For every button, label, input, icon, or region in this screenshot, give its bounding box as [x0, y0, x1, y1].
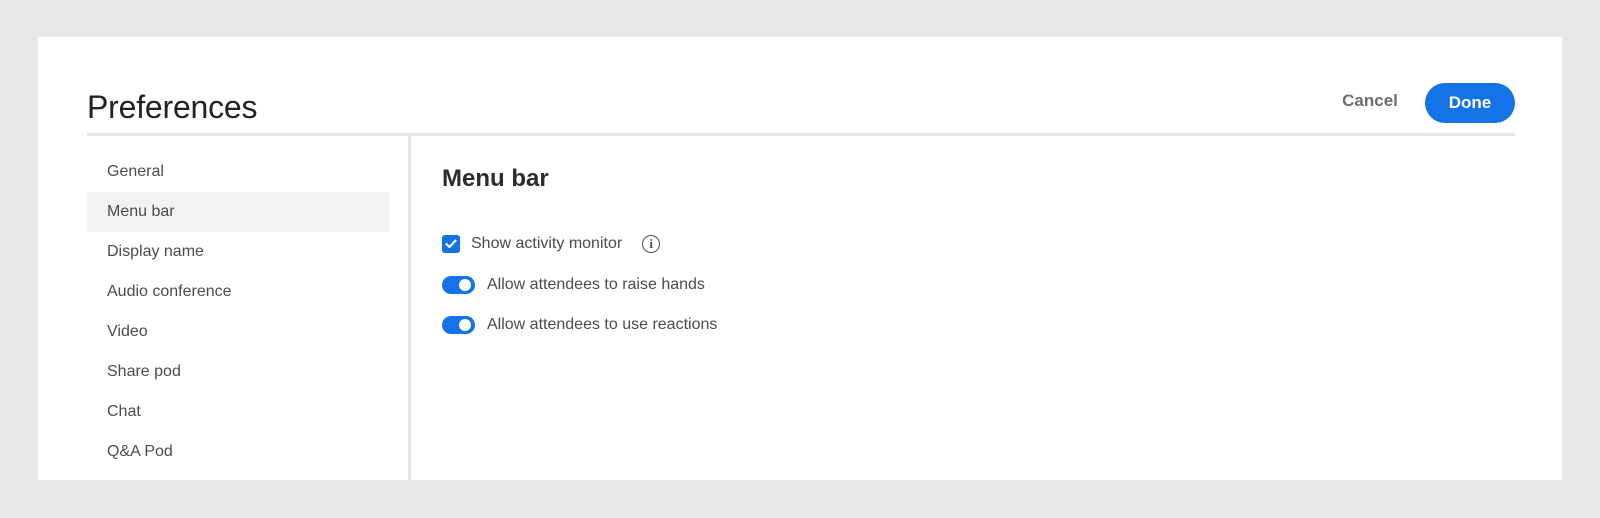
- sidebar-item-video[interactable]: Video: [87, 312, 389, 352]
- toggle-knob: [459, 279, 471, 291]
- sidebar-item-chat[interactable]: Chat: [87, 392, 389, 432]
- use-reactions-label: Allow attendees to use reactions: [487, 316, 718, 333]
- cancel-button[interactable]: Cancel: [1318, 83, 1422, 119]
- preferences-dialog: Preferences Cancel Done General Menu bar…: [38, 37, 1562, 480]
- done-button[interactable]: Done: [1425, 83, 1515, 123]
- raise-hands-toggle[interactable]: [442, 276, 475, 294]
- sidebar-item-audio-conference[interactable]: Audio conference: [87, 272, 389, 312]
- sidebar-item-display-name[interactable]: Display name: [87, 232, 389, 272]
- sidebar-nav: General Menu bar Display name Audio conf…: [87, 152, 389, 472]
- page-title: Preferences: [87, 89, 258, 125]
- show-activity-monitor-checkbox[interactable]: [442, 235, 460, 253]
- option-use-reactions: Allow attendees to use reactions: [442, 316, 717, 334]
- checkmark-icon: [445, 239, 457, 249]
- option-raise-hands: Allow attendees to raise hands: [442, 276, 705, 294]
- raise-hands-label: Allow attendees to raise hands: [487, 276, 705, 293]
- use-reactions-toggle[interactable]: [442, 316, 475, 334]
- toggle-knob: [459, 319, 471, 331]
- info-icon[interactable]: i: [642, 235, 661, 253]
- header-divider: [87, 133, 1515, 136]
- sidebar-item-general[interactable]: General: [87, 152, 389, 192]
- section-title: Menu bar: [442, 165, 549, 192]
- sidebar-item-menu-bar[interactable]: Menu bar: [87, 192, 389, 232]
- sidebar-item-qa-pod[interactable]: Q&A Pod: [87, 432, 389, 472]
- option-show-activity-monitor: Show activity monitor i: [442, 235, 661, 253]
- sidebar-item-share-pod[interactable]: Share pod: [87, 352, 389, 392]
- show-activity-monitor-label: Show activity monitor: [471, 235, 623, 252]
- settings-content: Menu bar Show activity monitor i Allow a…: [442, 165, 717, 334]
- sidebar-divider: [408, 136, 411, 480]
